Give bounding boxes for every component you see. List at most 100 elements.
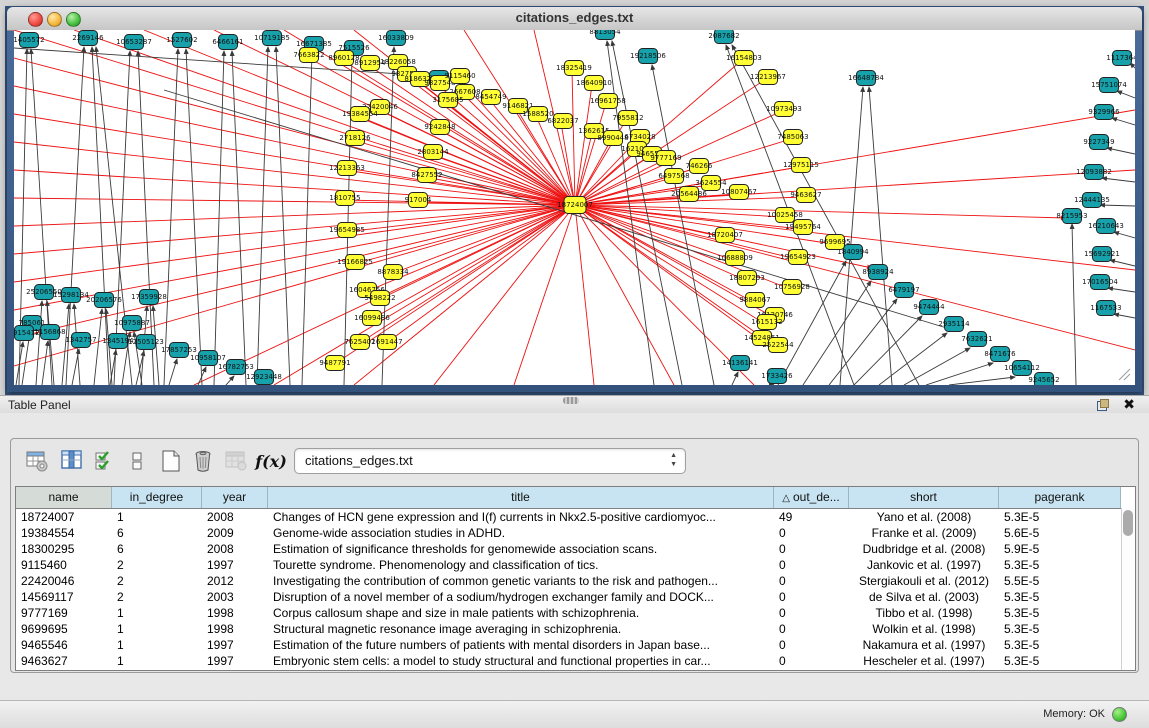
float-panel-icon[interactable] [1097,399,1109,411]
column-header-title[interactable]: title [268,487,774,508]
graph-node[interactable]: 746266 [686,159,713,174]
table-cell-out_degree: 0 [774,605,849,621]
graph-node-label: 10975887 [114,319,150,327]
scrollbar-thumb[interactable] [1123,510,1133,536]
graph-node[interactable]: 16961758 [590,94,626,109]
graph-node[interactable]: 16648784 [848,71,884,86]
show-column-icon[interactable] [58,447,86,475]
graph-node[interactable]: 9884067 [739,293,770,308]
graph-node[interactable]: 10973493 [766,102,802,117]
select-all-icon[interactable] [91,447,119,475]
table-vertical-scrollbar[interactable] [1121,508,1135,670]
table-row[interactable]: 2242004622012Investigating the contribut… [16,573,1135,589]
graph-node[interactable]: 1342757 [65,333,96,348]
column-header-out_degree[interactable]: △out_de... [774,487,849,508]
graph-node[interactable]: 2269146 [72,31,104,46]
graph-node[interactable]: 12923448 [246,370,282,385]
graph-node[interactable]: 19218506 [630,49,666,64]
table-row[interactable]: 946362711997Embryonic stem cells: a mode… [16,653,1135,669]
graph-node[interactable]: 20206576 [86,293,122,308]
network-window-titlebar[interactable]: citations_edges.txt [7,7,1142,31]
graph-node[interactable]: 18640910 [576,76,612,91]
graph-node[interactable]: 1810755 [329,191,360,206]
graph-node[interactable]: 1733426 [761,369,793,384]
graph-node[interactable]: 12213967 [750,70,786,85]
graph-node[interactable]: 16210643 [1088,219,1124,234]
table-settings-icon[interactable] [23,447,51,475]
graph-node[interactable]: 19654985 [329,223,365,238]
graph-node[interactable]: 7632621 [961,332,992,347]
graph-node[interactable]: 12093882 [1076,165,1112,180]
graph-node[interactable]: 8471676 [984,347,1016,362]
graph-node[interactable]: 9487791 [319,356,350,371]
resize-grip-icon[interactable] [1115,365,1131,381]
graph-node[interactable]: 8427552 [411,168,442,183]
close-panel-icon[interactable]: ✖ [1123,396,1135,413]
graph-node[interactable]: 17359928 [131,290,167,305]
graph-node[interactable]: 19166825 [337,255,373,270]
graph-node[interactable]: 1167533 [1090,301,1121,316]
column-header-year[interactable]: year [202,487,268,508]
table-row[interactable]: 1830029562008Estimation of significance … [16,541,1135,557]
graph-node[interactable]: 16154803 [726,51,762,66]
graph-node[interactable]: 8878334 [377,265,409,280]
graph-node[interactable]: 9242848 [424,120,455,135]
graph-node[interactable]: 15692921 [1084,247,1120,262]
table-panel-header[interactable]: Table Panel ✖ [0,395,1149,415]
table-row[interactable]: 1938455462009Genome-wide association stu… [16,525,1135,541]
graph-node[interactable]: 8813054 [589,30,621,40]
graph-node[interactable]: 2935114 [938,317,970,332]
graph-node[interactable]: 6466161 [212,35,243,50]
graph-edge [769,384,774,385]
function-builder-icon[interactable]: f(x) [257,447,285,475]
unselect-rows-icon[interactable] [123,447,151,475]
graph-node[interactable]: 8215953 [1056,209,1087,224]
graph-node[interactable]: 10719185 [254,31,290,46]
column-header-name[interactable]: name [16,487,112,508]
graph-edge [575,205,594,385]
graph-node[interactable]: 10688809 [717,251,753,266]
graph-node[interactable]: 18325419 [556,61,592,76]
network-window[interactable]: citations_edges.txt 1405572 2269146 106532… [7,7,1142,392]
table-row[interactable]: 977716911998Corpus callosum shape and si… [16,605,1135,621]
graph-node[interactable]: 10653287 [116,35,152,50]
network-view-canvas[interactable]: 1405572 2269146 10653287 1527602 6466161 1071… [14,30,1135,385]
graph-node[interactable]: 12213363 [329,161,365,176]
graph-node[interactable]: 9474444 [913,300,945,315]
graph-node[interactable]: 9245652 [1028,373,1059,386]
column-header-short[interactable]: short [849,487,999,508]
table-row[interactable]: 969969511998Structural magnetic resonanc… [16,621,1135,637]
graph-node[interactable]: 917004 [405,193,432,208]
column-header-pagerank[interactable]: pagerank [999,487,1121,508]
graph-node[interactable]: 6479197 [888,283,919,298]
table-selector-dropdown[interactable]: citations_edges.txt ▲▼ [294,448,686,474]
graph-node[interactable]: 12975115 [783,158,819,173]
delete-table-icon[interactable] [222,447,250,475]
graph-edge [575,194,737,205]
graph-edge [514,205,575,385]
graph-node[interactable]: 6497568 [658,169,689,184]
graph-node[interactable]: 2087682 [708,30,739,44]
graph-node[interactable]: 17016504 [1082,275,1118,290]
table-row[interactable]: 911546021997Tourette syndrome. Phenomeno… [16,557,1135,573]
column-header-in_degree[interactable]: in_degree [112,487,202,508]
graph-node[interactable]: 16033809 [378,31,414,46]
graph-node[interactable]: 1117364 [1106,51,1135,66]
table-row[interactable]: 1456911722003Disruption of a novel membe… [16,589,1135,605]
graph-node[interactable]: 10756928 [774,280,810,295]
table-row[interactable]: 946554611997Estimation of the future num… [16,637,1135,653]
citation-network-graph[interactable]: 1405572 2269146 10653287 1527602 6466161 1071… [14,30,1135,385]
graph-node[interactable]: 18807293 [729,271,765,286]
graph-node[interactable]: 7485063 [777,130,808,145]
table-cell-in_degree: 1 [112,509,202,525]
graph-node[interactable]: 10654112 [1004,361,1040,376]
graph-node[interactable]: 19654923 [780,250,816,265]
table-row[interactable]: 1872400712008Changes of HCN gene express… [16,509,1135,525]
new-table-icon[interactable] [157,447,185,475]
graph-node[interactable]: 15751074 [1091,78,1127,93]
graph-node[interactable]: 9227349 [1083,135,1114,150]
delete-icon[interactable] [189,447,217,475]
graph-node[interactable]: 1405572 [14,33,45,48]
panel-splitter-handle[interactable] [563,397,579,404]
graph-node[interactable]: 1527602 [166,33,197,48]
